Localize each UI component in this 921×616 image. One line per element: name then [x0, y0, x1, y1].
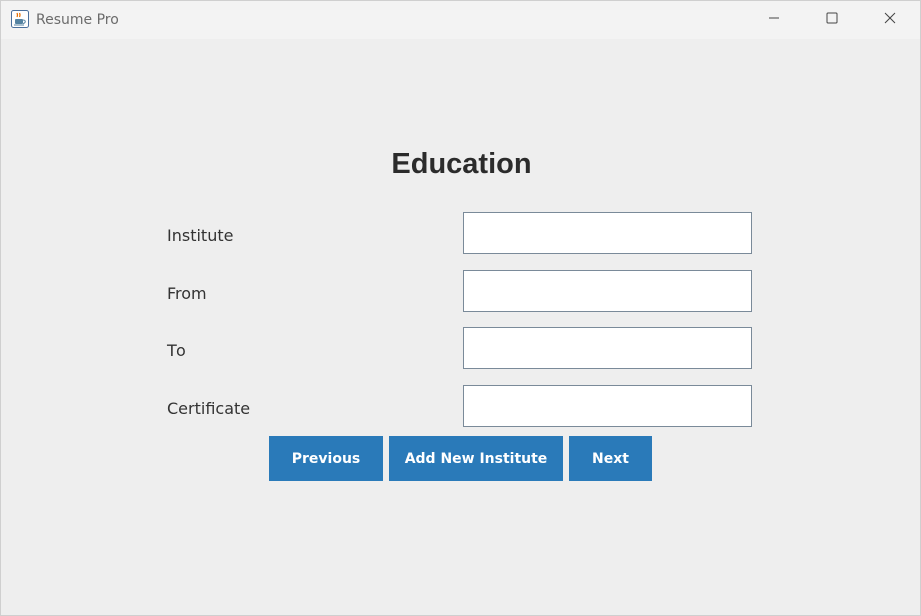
- institute-label: Institute: [167, 226, 234, 245]
- to-label: To: [167, 341, 188, 360]
- add-new-institute-button[interactable]: Add New Institute: [389, 436, 563, 481]
- from-label: From: [167, 284, 207, 303]
- minimize-icon: [768, 11, 780, 29]
- page-title: Education: [391, 148, 532, 180]
- certificate-input[interactable]: [463, 385, 752, 427]
- from-input[interactable]: [463, 270, 752, 312]
- close-icon: [884, 11, 896, 29]
- minimize-button[interactable]: [751, 1, 797, 39]
- close-button[interactable]: [867, 1, 913, 39]
- maximize-icon: [826, 11, 838, 29]
- window-title: Resume Pro: [36, 12, 119, 28]
- maximize-button[interactable]: [809, 1, 855, 39]
- java-coffee-cup-icon: [11, 10, 29, 28]
- next-button[interactable]: Next: [569, 436, 652, 481]
- certificate-label: Certificate: [167, 399, 251, 418]
- to-input[interactable]: [463, 327, 752, 369]
- previous-button[interactable]: Previous: [269, 436, 383, 481]
- institute-input[interactable]: [463, 212, 752, 254]
- title-bar[interactable]: Resume Pro: [1, 1, 920, 39]
- app-window: Resume Pro Education Institute From To C…: [0, 0, 921, 616]
